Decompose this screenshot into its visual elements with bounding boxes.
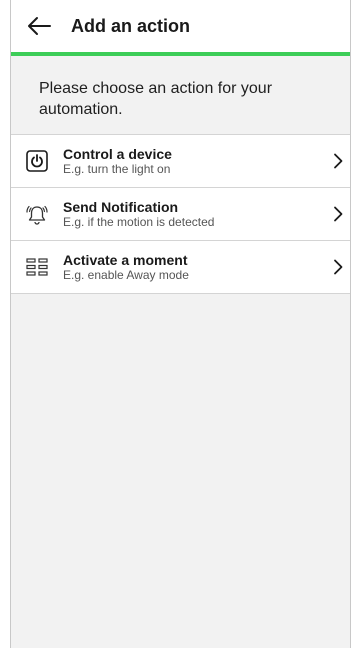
action-title: Activate a moment <box>63 252 188 268</box>
action-subtitle: E.g. if the motion is detected <box>63 215 215 229</box>
action-item-send-notification[interactable]: Send Notification E.g. if the motion is … <box>11 187 350 240</box>
page-title: Add an action <box>71 15 191 36</box>
action-item-control-device[interactable]: Control a device E.g. turn the light on <box>11 134 350 187</box>
screen: Add an action Please choose an action fo… <box>10 0 351 648</box>
grid-icon <box>26 258 48 276</box>
chevron-right-icon <box>334 206 343 222</box>
action-title: Send Notification <box>63 199 179 215</box>
app-header: Add an action <box>11 0 350 56</box>
action-list: Control a device E.g. turn the light on <box>11 134 350 294</box>
back-button[interactable] <box>11 0 67 52</box>
chevron-right-icon <box>334 259 343 275</box>
intro-text: Please choose an action for your automat… <box>11 56 350 134</box>
bell-ringing-icon <box>26 205 48 225</box>
action-subtitle: E.g. turn the light on <box>63 162 171 176</box>
action-subtitle: E.g. enable Away mode <box>63 268 189 282</box>
chevron-right-icon <box>334 153 343 169</box>
arrow-left-icon <box>28 17 51 35</box>
action-title: Control a device <box>63 146 172 162</box>
power-icon <box>26 150 48 172</box>
action-item-activate-moment[interactable]: Activate a moment E.g. enable Away mode <box>11 240 350 294</box>
